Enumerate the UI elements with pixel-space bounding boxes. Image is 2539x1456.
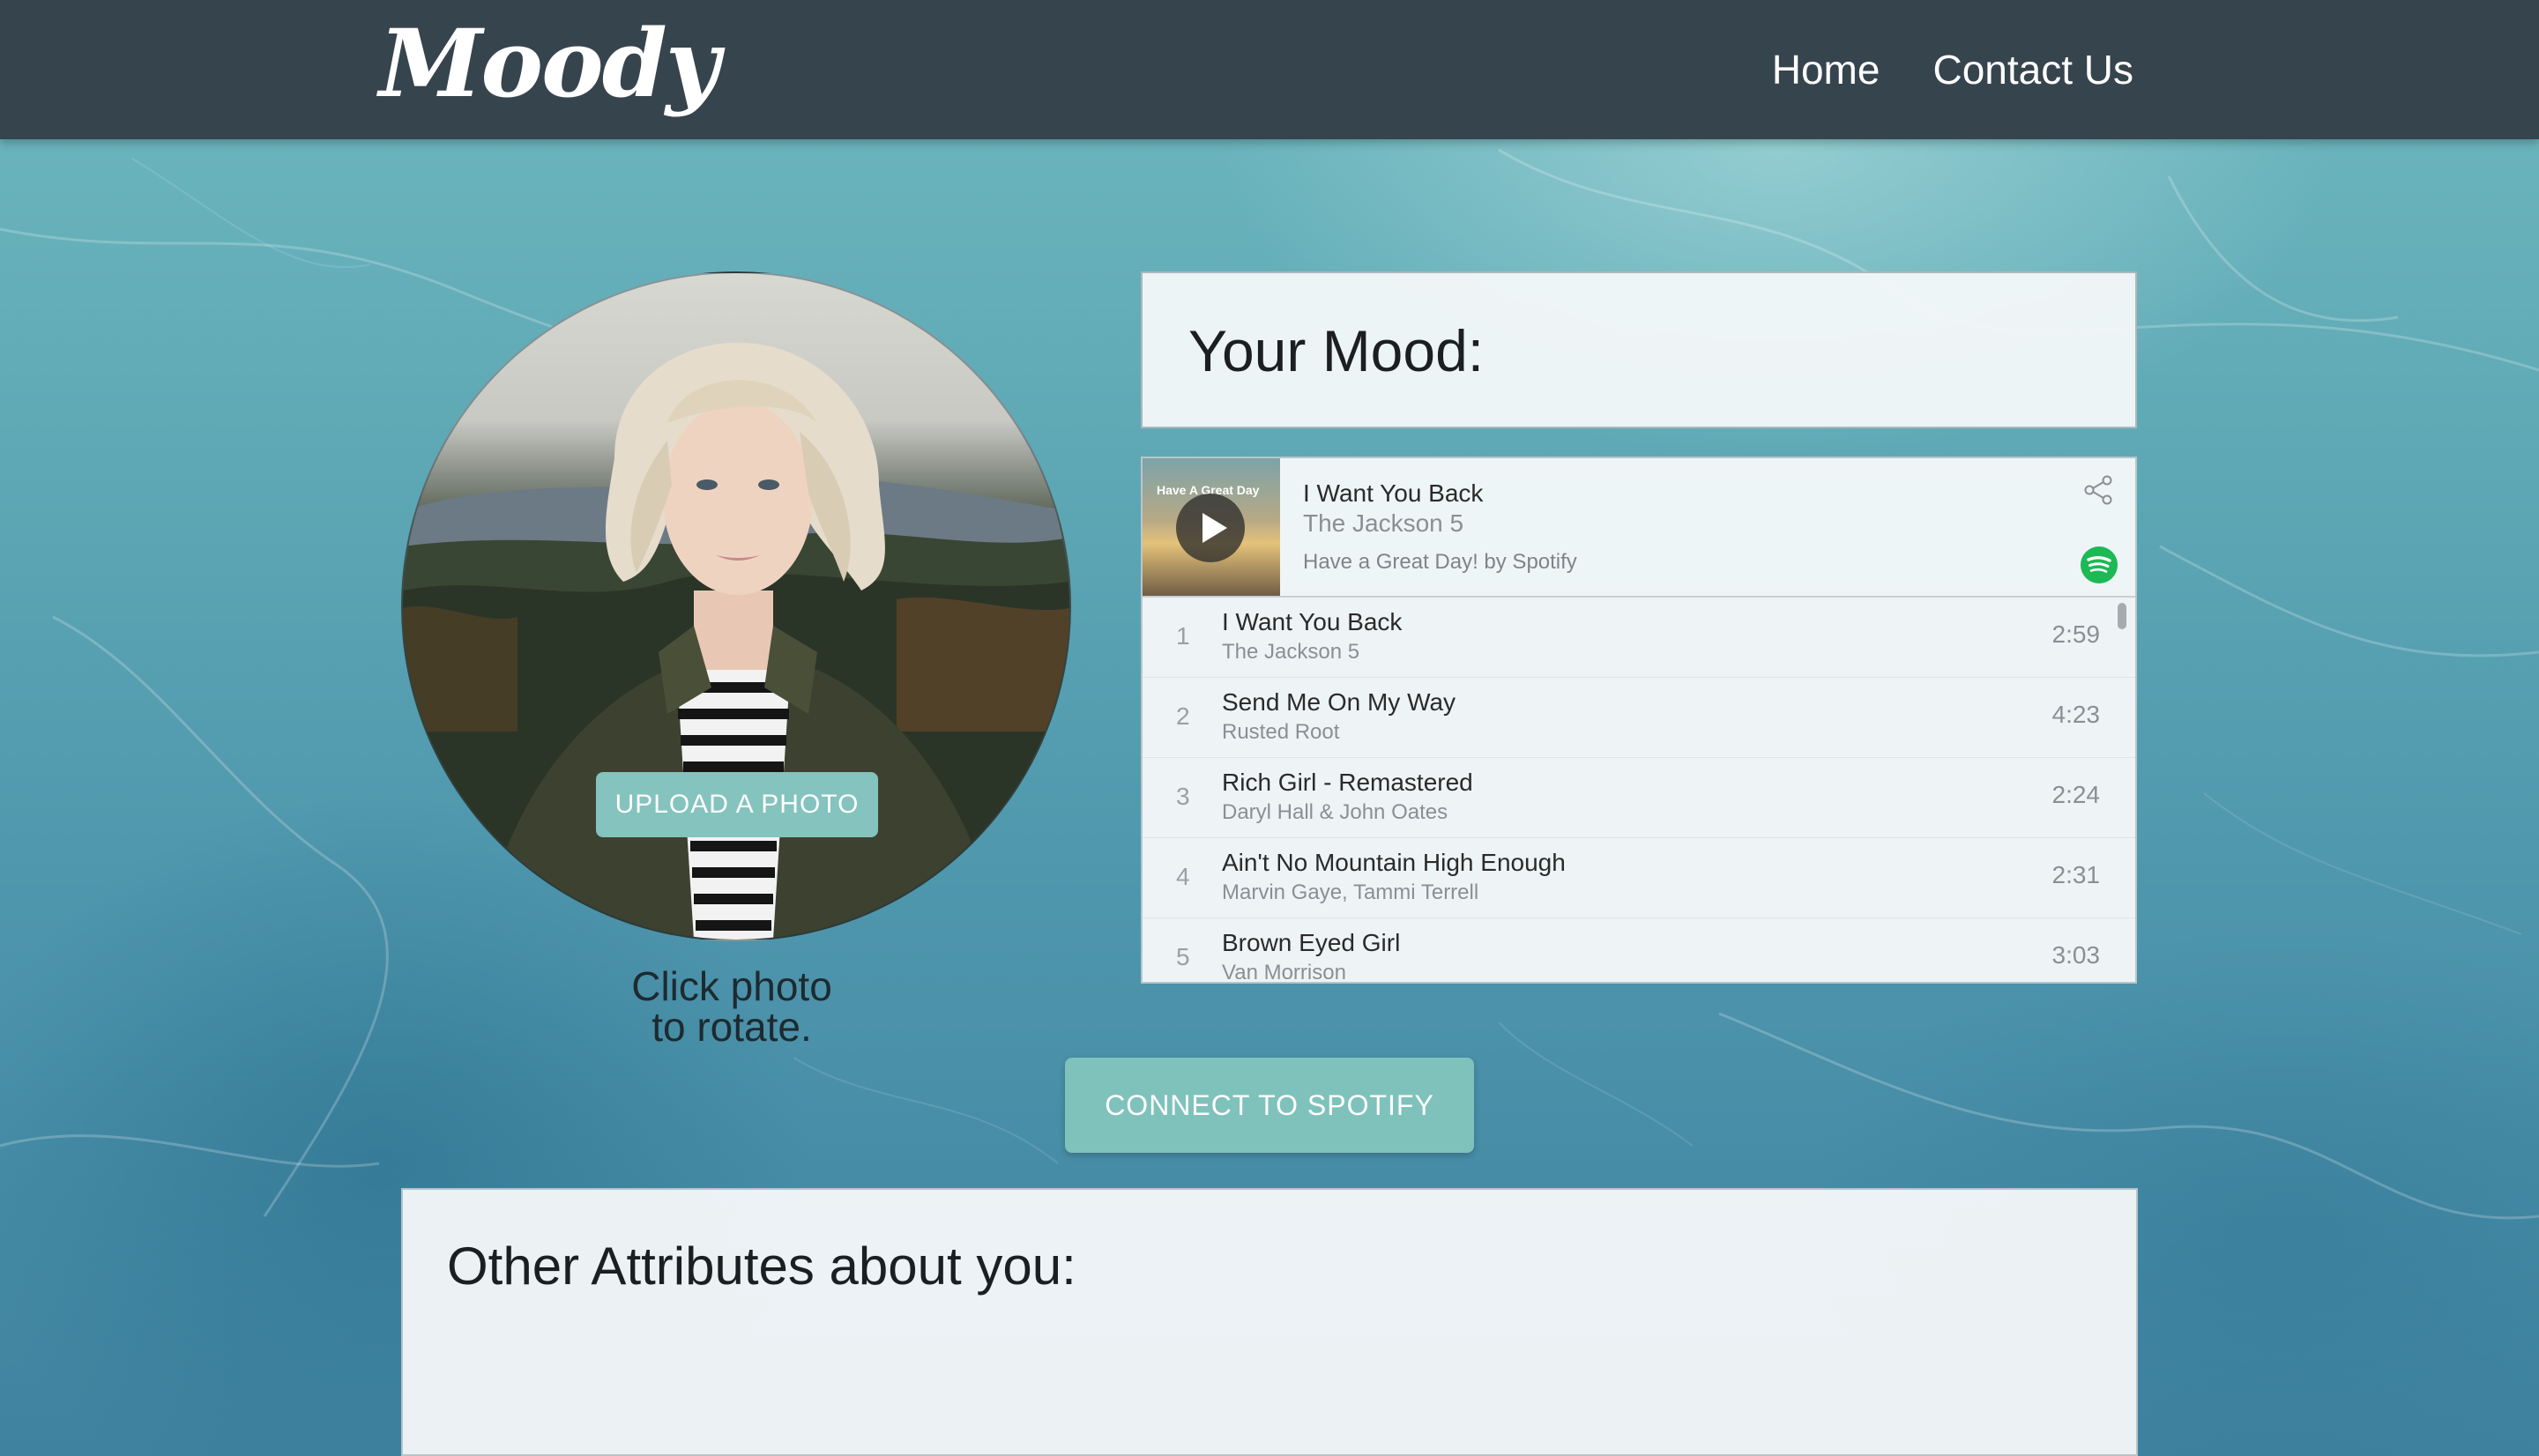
track-duration: 2:31 xyxy=(2051,861,2101,888)
track-number: 4 xyxy=(1176,863,1190,890)
profile-photo[interactable] xyxy=(401,271,1071,941)
mood-panel: Your Mood: xyxy=(1141,271,2137,428)
track-row[interactable]: 4 Ain't No Mountain High Enough Marvin G… xyxy=(1143,838,2135,918)
spotify-logo-icon[interactable] xyxy=(2081,546,2118,583)
nav-contact-link[interactable]: Contact Us xyxy=(1932,46,2133,93)
rotate-caption-line2: to rotate. xyxy=(652,1004,812,1050)
upload-photo-button[interactable]: UPLOAD A PHOTO xyxy=(596,772,878,837)
nav-home-link[interactable]: Home xyxy=(1772,46,1880,93)
tracklist-scrollbar[interactable] xyxy=(2118,603,2126,629)
attributes-panel: Other Attributes about you: xyxy=(401,1188,2138,1456)
spotify-player: Have A Great Day I Want You Back The Jac… xyxy=(1141,457,2137,984)
now-playing-playlist[interactable]: Have a Great Day! by Spotify xyxy=(1303,550,1577,575)
now-playing-title[interactable]: I Want You Back xyxy=(1303,479,1483,508)
top-navbar: Moody Home Contact Us xyxy=(0,0,2539,139)
track-duration: 2:59 xyxy=(2051,620,2101,648)
track-duration: 3:03 xyxy=(2051,941,2101,969)
track-title: Ain't No Mountain High Enough xyxy=(1222,849,1566,876)
track-title: Rich Girl - Remastered xyxy=(1222,769,1473,796)
track-number: 3 xyxy=(1176,783,1190,810)
track-artist: Rusted Root xyxy=(1222,720,1340,744)
track-title: I Want You Back xyxy=(1222,608,1403,635)
track-number: 2 xyxy=(1176,702,1190,730)
album-art: Have A Great Day xyxy=(1143,458,1280,596)
rotate-caption: Click photo to rotate. xyxy=(547,966,917,1047)
track-artist: Marvin Gaye, Tammi Terrell xyxy=(1222,880,1479,904)
track-list: 1 I Want You Back The Jackson 5 2:59 2 S… xyxy=(1143,598,2135,984)
track-row[interactable]: 1 I Want You Back The Jackson 5 2:59 xyxy=(1143,598,2135,678)
track-title: Send Me On My Way xyxy=(1222,688,1456,716)
track-artist: Daryl Hall & John Oates xyxy=(1222,800,1448,824)
track-duration: 2:24 xyxy=(2051,781,2101,808)
portrait-illustration xyxy=(403,342,1069,940)
attributes-title: Other Attributes about you: xyxy=(447,1237,1076,1296)
nav-links: Home Contact Us xyxy=(1772,0,2133,139)
track-row[interactable]: 5 Brown Eyed Girl Van Morrison 3:03 xyxy=(1143,918,2135,984)
track-artist: The Jackson 5 xyxy=(1222,640,1360,664)
rotate-caption-line1: Click photo xyxy=(631,963,832,1009)
connect-spotify-button[interactable]: CONNECT TO SPOTIFY xyxy=(1065,1058,1474,1153)
track-row[interactable]: 3 Rich Girl - Remastered Daryl Hall & Jo… xyxy=(1143,758,2135,838)
track-artist: Van Morrison xyxy=(1222,961,1346,984)
player-header: Have A Great Day I Want You Back The Jac… xyxy=(1143,458,2135,598)
play-icon[interactable] xyxy=(1176,494,1245,562)
track-duration: 4:23 xyxy=(2051,701,2101,728)
track-title: Brown Eyed Girl xyxy=(1222,929,1401,956)
track-number: 1 xyxy=(1176,622,1190,650)
moody-logo[interactable]: Moody xyxy=(379,2,719,125)
now-playing-artist[interactable]: The Jackson 5 xyxy=(1303,509,1463,538)
share-icon[interactable] xyxy=(2082,474,2114,506)
track-row[interactable]: 2 Send Me On My Way Rusted Root 4:23 xyxy=(1143,678,2135,758)
track-number: 5 xyxy=(1176,943,1190,970)
mood-title: Your Mood: xyxy=(1188,318,1485,383)
